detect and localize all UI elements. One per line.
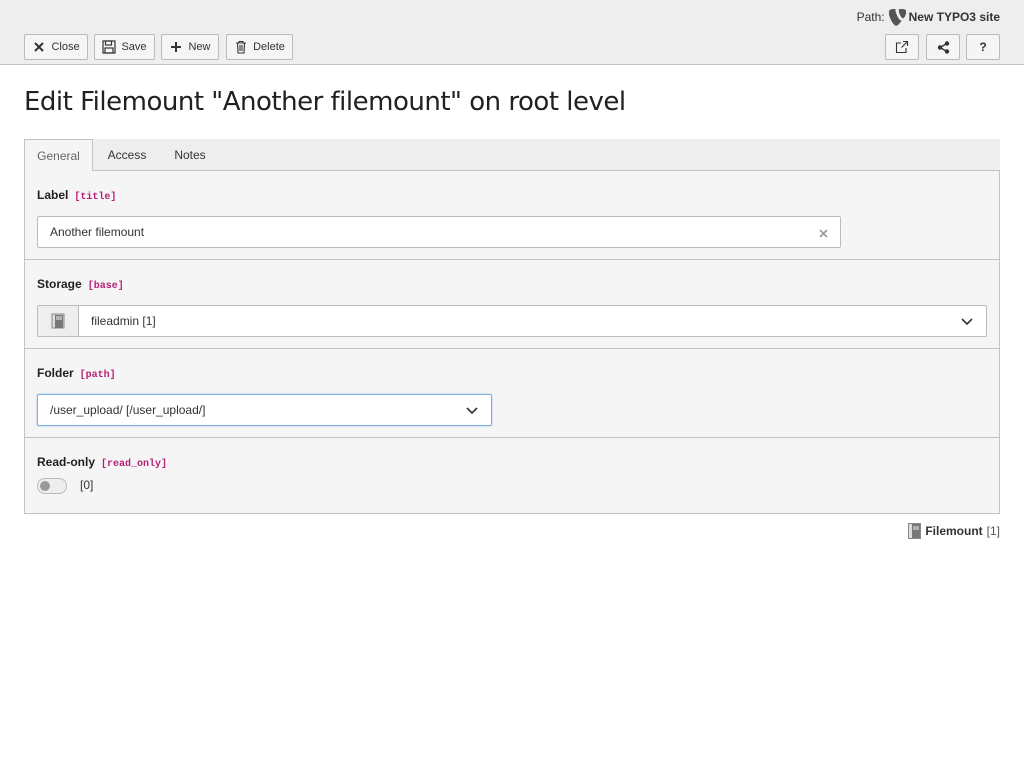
close-icon xyxy=(32,40,46,54)
delete-button-label: Delete xyxy=(253,41,285,53)
form-panel: Label [title] Another filemount Storage [b… xyxy=(24,171,1000,514)
new-button-label: New xyxy=(188,41,211,53)
folder-field-title: Folder xyxy=(37,366,74,380)
storage-field-section: Storage [base] fileadmin [1] xyxy=(25,260,999,349)
delete-button[interactable]: Delete xyxy=(226,34,293,60)
page-title: Edit Filemount "Another filemount" on ro… xyxy=(24,87,626,117)
record-id: [1] xyxy=(986,524,1000,538)
help-button-label: ? xyxy=(979,40,987,54)
tab-notes[interactable]: Notes xyxy=(161,139,219,171)
open-in-new-window-button[interactable] xyxy=(885,34,919,60)
label-field-label: Label [title] xyxy=(37,188,116,203)
record-type: Filemount xyxy=(925,524,983,538)
typo3-logo-icon xyxy=(888,7,906,26)
trash-icon xyxy=(234,40,248,54)
label-field-code: [title] xyxy=(74,192,117,203)
close-button[interactable]: Close xyxy=(24,34,88,60)
readonly-toggle-value: [0] xyxy=(80,478,94,492)
record-info: Filemount [1] xyxy=(908,523,1000,539)
folder-field-label: Folder [path] xyxy=(37,366,116,381)
breadcrumb: Path: New TYPO3 site xyxy=(856,7,1000,26)
new-button[interactable]: New xyxy=(161,34,219,60)
close-button-label: Close xyxy=(51,41,80,53)
save-button-label: Save xyxy=(121,41,147,53)
chevron-down-icon xyxy=(960,314,974,328)
site-name[interactable]: New TYPO3 site xyxy=(909,10,1000,24)
label-field-section: Label [title] Another filemount xyxy=(25,171,999,260)
folder-field-code: [path] xyxy=(79,370,116,381)
readonly-field-label: Read-only [read_only] xyxy=(37,455,167,470)
toggle-knob xyxy=(40,481,50,491)
tab-access[interactable]: Access xyxy=(93,139,161,171)
label-field-title: Label xyxy=(37,188,69,202)
storage-field-code: [base] xyxy=(87,281,124,292)
clear-icon[interactable] xyxy=(819,225,828,241)
chevron-down-icon xyxy=(465,403,479,417)
help-button[interactable]: ? xyxy=(966,34,1000,60)
folder-field-section: Folder [path] /user_upload/ [/user_upload… xyxy=(25,349,999,438)
folder-select[interactable]: /user_upload/ [/user_upload/] xyxy=(37,394,492,426)
readonly-field-section: Read-only [read_only] [0] xyxy=(25,438,999,514)
path-label: Path: xyxy=(856,10,885,24)
plus-icon xyxy=(169,40,183,54)
save-icon xyxy=(102,40,117,54)
label-input-value: Another filemount xyxy=(50,225,145,239)
readonly-field-code: [read_only] xyxy=(101,459,168,470)
storage-field-title: Storage xyxy=(37,277,82,291)
filemount-icon xyxy=(908,523,922,539)
readonly-toggle[interactable] xyxy=(37,478,67,494)
tab-general[interactable]: General xyxy=(24,139,93,172)
tab-bar: General Access Notes xyxy=(24,139,1000,172)
readonly-field-title: Read-only xyxy=(37,455,96,469)
storage-select[interactable]: fileadmin [1] xyxy=(37,305,987,337)
save-button[interactable]: Save xyxy=(94,34,155,60)
share-button[interactable] xyxy=(926,34,960,60)
share-icon xyxy=(936,40,950,54)
folder-select-value: /user_upload/ [/user_upload/] xyxy=(50,403,206,417)
label-input[interactable]: Another filemount xyxy=(37,216,841,248)
storage-field-label: Storage [base] xyxy=(37,277,124,292)
open-new-window-icon xyxy=(895,40,909,54)
storage-select-value: fileadmin [1] xyxy=(91,314,156,328)
file-storage-icon xyxy=(38,306,79,336)
doc-header: Path: New TYPO3 site Close Save New Dele… xyxy=(0,0,1024,65)
